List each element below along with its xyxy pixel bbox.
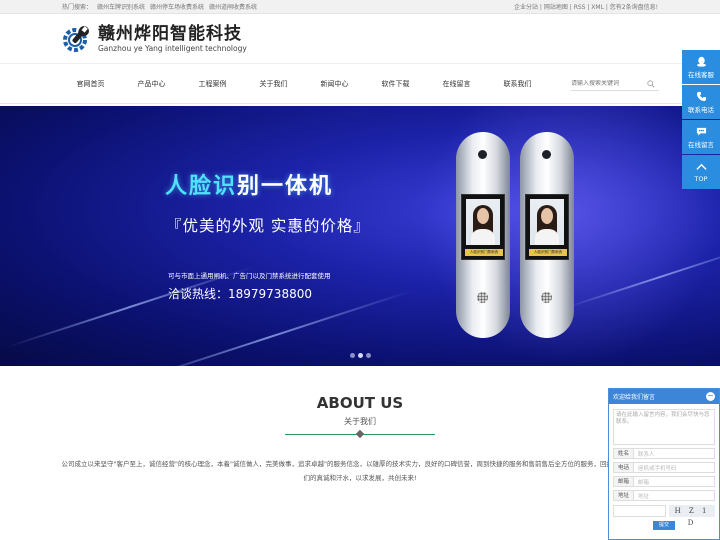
message-widget: 欢迎给我们留言 − 请在此输入留言内容，我们会尽快与您联系。 姓名 联系人 电话…: [608, 388, 720, 540]
about-text: 公司成立以来坚守"客户至上，诚信经营"的核心理念，本着"诚信做人，完美做事，追求…: [61, 460, 659, 482]
slider-dots: [350, 353, 371, 358]
banner-description: 可与市面上通用闸机、广告门以及门禁系统进行配套使用: [168, 272, 331, 280]
float-label: 在线留言: [688, 140, 714, 149]
speaker-grille: [541, 292, 552, 303]
search-input[interactable]: [571, 80, 647, 87]
banner-hotline: 洽谈热线：18979738800: [168, 287, 312, 301]
submit-button[interactable]: 提交: [653, 521, 675, 530]
nav-about[interactable]: 关于我们: [243, 79, 304, 89]
hot-link-1[interactable]: 赣州车牌识别系统: [97, 4, 145, 11]
speaker-grille: [477, 292, 488, 303]
camera-lens: [542, 150, 551, 159]
logo-cn: 赣州烨阳智能科技: [98, 23, 242, 44]
face-photo: [530, 199, 564, 245]
qq-icon: [696, 56, 706, 67]
email-field[interactable]: 邮箱 邮箱: [613, 476, 715, 487]
face-photo: [466, 199, 500, 245]
hot-search-label: 热门搜索：: [62, 4, 93, 11]
phone-field[interactable]: 电话 座机或手机号码: [613, 462, 715, 473]
banner-title: 人脸识别一体机: [165, 168, 333, 200]
hot-link-3[interactable]: 赣州道闸收费系统: [209, 4, 257, 11]
address-label: 地址: [614, 491, 634, 500]
address-field[interactable]: 地址 地址: [613, 490, 715, 501]
hero-banner[interactable]: 人脸识别一体机 『优美的外观 实惠的价格』 可与市面上通用闸机、广告门以及门禁系…: [0, 106, 720, 366]
banner-slogan: 『优美的外观 实惠的价格』: [166, 217, 370, 235]
phone-placeholder: 座机或手机号码: [638, 465, 677, 472]
main-nav: 官网首页 产品中心 工程案例 关于我们 新闻中心 软件下载 在线留言 联系我们: [0, 64, 720, 104]
camera-lens: [478, 150, 487, 159]
hot-link-2[interactable]: 赣州停车场收费系统: [150, 4, 204, 11]
logo-text[interactable]: 赣州烨阳智能科技 Ganzhou ye Yang intelligent tec…: [98, 23, 247, 53]
slider-dot[interactable]: [350, 353, 355, 358]
device-caption: 人脸识别门禁系统: [465, 249, 503, 256]
float-phone[interactable]: 联系电话: [682, 85, 720, 119]
name-field[interactable]: 姓名 联系人: [613, 448, 715, 459]
banner-title-part2: 别一体机: [237, 174, 334, 199]
email-placeholder: 邮箱: [638, 479, 650, 486]
name-label: 姓名: [614, 449, 634, 458]
minimize-icon[interactable]: −: [706, 392, 715, 401]
address-placeholder: 地址: [638, 493, 650, 500]
nav-news[interactable]: 新闻中心: [304, 79, 365, 89]
captcha-row: H Z 1 D: [613, 505, 715, 527]
device-screen: 人脸识别门禁系统: [525, 194, 569, 260]
device-caption: 人脸识别门禁系统: [529, 249, 567, 256]
message-content-field[interactable]: 请在此输入留言内容，我们会尽快与您联系。: [613, 409, 715, 445]
float-qq-service[interactable]: 在线客服: [682, 50, 720, 84]
message-widget-header[interactable]: 欢迎给我们留言 −: [609, 389, 719, 404]
nav-home[interactable]: 官网首页: [60, 79, 121, 89]
chat-icon: [696, 127, 706, 136]
phone-label: 电话: [614, 463, 634, 472]
device-screen: 人脸识别门禁系统: [461, 194, 505, 260]
nav-cases[interactable]: 工程案例: [182, 79, 243, 89]
captcha-image[interactable]: H Z 1 D: [669, 505, 715, 527]
float-message[interactable]: 在线留言: [682, 120, 720, 154]
captcha-input[interactable]: [613, 505, 666, 517]
email-label: 邮箱: [614, 477, 634, 486]
divider-diamond-icon: [355, 429, 365, 439]
float-back-to-top[interactable]: TOP: [682, 155, 720, 189]
gear-wrench-logo-icon: [63, 25, 89, 52]
header: 赣州烨阳智能科技 Ganzhou ye Yang intelligent tec…: [0, 14, 720, 64]
top-bar: 热门搜索： 赣州车牌识别系统 赣州停车场收费系统 赣州道闸收费系统 企业分站 | 网站…: [0, 0, 720, 14]
arrow-up-icon: [695, 163, 707, 170]
top-right-links[interactable]: 企业分站 | 网站地图 | RSS | XML | 您有2条询盘信息!: [514, 2, 658, 11]
nav-download[interactable]: 软件下载: [365, 79, 426, 89]
name-placeholder: 联系人: [638, 451, 655, 458]
face-terminal-device: 人脸识别门禁系统: [456, 132, 510, 338]
slider-dot[interactable]: [366, 353, 371, 358]
search-box: [571, 77, 659, 91]
slider-dot-active[interactable]: [358, 353, 363, 358]
search-icon[interactable]: [647, 79, 655, 88]
banner-title-part1: 人脸识: [165, 174, 238, 199]
float-label: 联系电话: [688, 105, 714, 114]
message-widget-title: 欢迎给我们留言: [613, 394, 656, 401]
logo-en: Ganzhou ye Yang intelligent technology: [98, 43, 247, 53]
float-label: TOP: [694, 174, 708, 183]
nav-message[interactable]: 在线留言: [426, 79, 487, 89]
float-label: 在线客服: [688, 70, 714, 79]
hot-search: 热门搜索： 赣州车牌识别系统 赣州停车场收费系统 赣州道闸收费系统: [62, 2, 257, 11]
float-sidebar: 在线客服 联系电话 在线留言 TOP: [682, 50, 720, 190]
nav-contact[interactable]: 联系我们: [487, 79, 548, 89]
phone-icon: [696, 91, 706, 101]
face-terminal-device: 人脸识别门禁系统: [520, 132, 574, 338]
page: 热门搜索： 赣州车牌识别系统 赣州停车场收费系统 赣州道闸收费系统 企业分站 | 网站…: [0, 0, 720, 540]
nav-products[interactable]: 产品中心: [121, 79, 182, 89]
